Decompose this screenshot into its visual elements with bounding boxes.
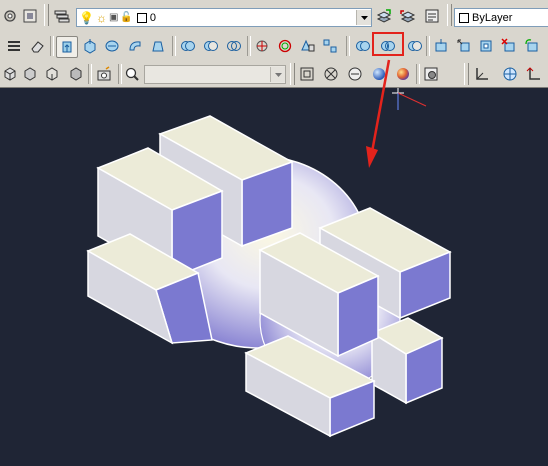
- 3d-hidden-icon[interactable]: [345, 64, 365, 84]
- color-swatch-icon: [459, 12, 469, 23]
- subtract-icon[interactable]: [405, 36, 425, 56]
- lock-icon[interactable]: 🔓: [120, 12, 132, 23]
- wedge-icon[interactable]: [20, 64, 40, 84]
- layer-freeze-icon[interactable]: ▣: [109, 12, 118, 23]
- intersect-icon[interactable]: [224, 36, 244, 56]
- separator: [172, 36, 176, 56]
- rotate-faces-icon[interactable]: [522, 36, 542, 56]
- make-layer-current-icon[interactable]: [374, 6, 394, 26]
- color-combo[interactable]: ByLayer: [454, 8, 548, 27]
- cone-icon[interactable]: [66, 64, 86, 84]
- presspull-icon[interactable]: [80, 36, 100, 56]
- 3d-move-icon[interactable]: [252, 36, 272, 56]
- color-value: ByLayer: [472, 11, 513, 24]
- layer-color-swatch: [136, 12, 147, 23]
- separator: [346, 36, 350, 56]
- chevron-down-icon[interactable]: [356, 10, 371, 25]
- union-icon[interactable]: [353, 36, 373, 56]
- ucs-x-axis: [397, 92, 427, 107]
- extrude-faces-icon[interactable]: [431, 36, 451, 56]
- extrude-icon[interactable]: [56, 36, 78, 58]
- layer-states-icon[interactable]: [422, 6, 442, 26]
- layer-properties-manager-icon[interactable]: [52, 6, 72, 26]
- toolbar-grip[interactable]: [44, 4, 49, 26]
- separator: [426, 36, 430, 56]
- toolbar-grip[interactable]: [447, 4, 452, 26]
- toolbar-grip[interactable]: [290, 63, 295, 85]
- camera-icon[interactable]: [94, 64, 114, 84]
- sweep-icon[interactable]: [125, 36, 145, 56]
- loft-icon[interactable]: [148, 36, 168, 56]
- 3d-solid-model: [86, 88, 452, 438]
- subtract-icon[interactable]: [201, 36, 221, 56]
- revolve-icon[interactable]: [102, 36, 122, 56]
- delete-faces-icon[interactable]: [499, 36, 519, 56]
- layer-combo[interactable]: 💡 ☼ ▣ 🔓 0: [76, 8, 372, 27]
- offset-faces-icon[interactable]: [476, 36, 496, 56]
- visual-styles-toolbar: [0, 61, 548, 88]
- chevron-down-icon[interactable]: [270, 67, 285, 82]
- separator: [88, 64, 92, 84]
- ucs-icon[interactable]: [472, 64, 492, 84]
- drawing-canvas[interactable]: [0, 88, 548, 463]
- toolbar-grip[interactable]: [464, 63, 469, 85]
- toolbar-lock-icon[interactable]: [20, 6, 40, 26]
- visual-styles-manager-icon[interactable]: [421, 64, 441, 84]
- 3d-wireframe-icon[interactable]: [321, 64, 341, 84]
- tool-highlight-box: [372, 32, 404, 56]
- zoom-icon[interactable]: [122, 64, 142, 84]
- cylinder-icon[interactable]: [42, 64, 62, 84]
- eraser-icon[interactable]: [27, 36, 47, 56]
- 3d-rotate-icon[interactable]: [275, 36, 295, 56]
- conceptual-style-icon[interactable]: [393, 64, 413, 84]
- modeling-toolbar: [0, 32, 548, 62]
- layers-properties-toolbar: 💡 ☼ ▣ 🔓 0 ByLayer: [0, 0, 548, 33]
- 3d-array-icon[interactable]: [320, 36, 340, 56]
- 3d-align-icon[interactable]: [298, 36, 318, 56]
- separator: [50, 36, 54, 56]
- workspace-settings-icon[interactable]: [0, 6, 20, 26]
- box-icon[interactable]: [0, 64, 20, 84]
- layer-list-icon[interactable]: [4, 36, 24, 56]
- move-faces-icon[interactable]: [454, 36, 474, 56]
- union-icon[interactable]: [178, 36, 198, 56]
- world-ucs-icon[interactable]: [500, 64, 520, 84]
- layer-name: 0: [149, 11, 156, 24]
- lightbulb-icon[interactable]: 💡: [79, 11, 94, 25]
- view-style-combo[interactable]: [144, 65, 286, 84]
- separator: [416, 64, 420, 84]
- ucs-previous-icon[interactable]: [524, 64, 544, 84]
- sun-icon[interactable]: ☼: [96, 11, 107, 25]
- layer-previous-icon[interactable]: [398, 6, 418, 26]
- realistic-style-icon[interactable]: [369, 64, 389, 84]
- 2d-wireframe-icon[interactable]: [297, 64, 317, 84]
- separator: [247, 36, 251, 56]
